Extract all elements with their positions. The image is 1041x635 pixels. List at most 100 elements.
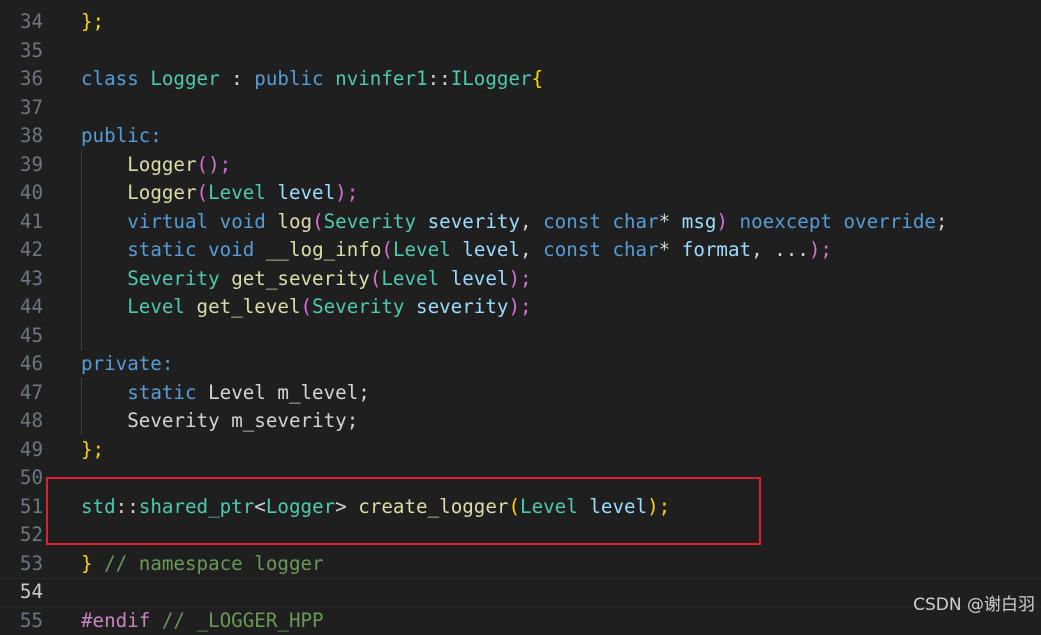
code-token: ); [335, 181, 358, 204]
code-line[interactable]: 34}; [0, 8, 1041, 37]
line-code: }; [81, 8, 104, 37]
code-token: Severity [127, 267, 231, 290]
code-token: // namespace logger [93, 552, 324, 575]
code-token: #endif [81, 609, 162, 632]
code-token: :: [428, 67, 451, 90]
code-token: ); [508, 295, 531, 318]
code-token: : [220, 67, 255, 90]
code-token: Level [208, 181, 277, 204]
code-line[interactable]: 42 static void __log_info(Level level, c… [0, 236, 1041, 265]
code-token: get_severity [231, 267, 370, 290]
line-number: 34 [0, 8, 43, 37]
code-line[interactable]: 37 [0, 94, 1041, 123]
line-code: }; [81, 436, 104, 465]
line-number: 35 [0, 37, 43, 66]
code-token: }; [81, 10, 104, 33]
code-token: }; [81, 438, 104, 461]
code-token [81, 238, 127, 261]
code-token: class [81, 67, 150, 90]
code-token: void [220, 210, 278, 233]
code-token [81, 153, 127, 176]
code-token: Level [393, 238, 462, 261]
code-line[interactable]: 54 [0, 578, 1041, 607]
line-number: 49 [0, 436, 43, 465]
code-token [81, 267, 127, 290]
code-token [81, 295, 127, 318]
line-number: 47 [0, 379, 43, 408]
line-number: 53 [0, 550, 43, 579]
code-line[interactable]: 49}; [0, 436, 1041, 465]
line-number: 42 [0, 236, 43, 265]
code-token: ( [381, 238, 393, 261]
line-code: #endif // _LOGGER_HPP [81, 607, 324, 635]
code-token: virtual [127, 210, 219, 233]
code-token: , [520, 210, 543, 233]
code-token: m_level; [277, 381, 369, 404]
code-token: public: [81, 124, 162, 147]
code-line[interactable]: 35 [0, 37, 1041, 66]
code-line[interactable]: 45 [0, 322, 1041, 351]
code-token: msg [682, 210, 717, 233]
line-code: Logger(Level level); [81, 179, 358, 208]
code-token: * [659, 210, 682, 233]
code-token [81, 181, 127, 204]
code-token: Level [208, 381, 277, 404]
code-line[interactable]: 44 Level get_level(Severity severity); [0, 293, 1041, 322]
code-token: { [532, 67, 544, 90]
code-token: static [127, 238, 208, 261]
code-token: } [81, 552, 93, 575]
code-token: * [659, 238, 682, 261]
line-code: static void __log_info(Level level, cons… [81, 236, 832, 265]
code-token: ); [809, 238, 832, 261]
line-number: 51 [0, 493, 43, 522]
code-token: severity [428, 210, 520, 233]
code-token: public [254, 67, 335, 90]
code-token: Severity [312, 295, 416, 318]
line-number: 37 [0, 94, 43, 123]
code-token: format [682, 238, 751, 261]
code-token: Logger [127, 181, 196, 204]
code-token: ( [197, 181, 209, 204]
code-token: nvinfer1 [335, 67, 427, 90]
code-token: ( [301, 295, 313, 318]
code-token: level [451, 267, 509, 290]
code-token [81, 210, 127, 233]
code-token: ) [716, 210, 728, 233]
line-number: 40 [0, 179, 43, 208]
code-line[interactable]: 53} // namespace logger [0, 550, 1041, 579]
code-token: level [277, 181, 335, 204]
code-token: Severity [324, 210, 428, 233]
code-token: __log_info [266, 238, 382, 261]
code-line[interactable]: 43 Severity get_severity(Level level); [0, 265, 1041, 294]
line-number: 48 [0, 407, 43, 436]
watermark: CSDN @谢白羽 [913, 590, 1035, 615]
line-number: 38 [0, 122, 43, 151]
code-line[interactable]: 39 Logger(); [0, 151, 1041, 180]
line-code: } // namespace logger [81, 550, 324, 579]
code-line[interactable]: 47 static Level m_level; [0, 379, 1041, 408]
code-line[interactable]: 55#endif // _LOGGER_HPP [0, 607, 1041, 635]
code-token: // _LOGGER_HPP [162, 609, 324, 632]
line-number: 50 [0, 464, 43, 493]
code-token: static [127, 381, 208, 404]
code-line[interactable]: 38 public: [0, 122, 1041, 151]
code-token: severity [416, 295, 508, 318]
code-token: ); [508, 267, 531, 290]
code-line[interactable]: 41 virtual void log(Severity severity, c… [0, 208, 1041, 237]
line-number: 54 [0, 579, 43, 606]
code-token: Level [127, 295, 196, 318]
code-line[interactable]: 48 Severity m_severity; [0, 407, 1041, 436]
code-token: void [208, 238, 266, 261]
code-line[interactable]: 40 Logger(Level level); [0, 179, 1041, 208]
line-code: static Level m_level; [81, 379, 370, 408]
line-number: 44 [0, 293, 43, 322]
line-number: 36 [0, 65, 43, 94]
line-number: 52 [0, 521, 43, 550]
line-code: Logger(); [81, 151, 231, 180]
line-code: class Logger : public nvinfer1::ILogger{ [81, 65, 543, 94]
code-line[interactable]: 46private: [0, 350, 1041, 379]
line-code: Severity get_severity(Level level); [81, 265, 532, 294]
line-code: public: [81, 122, 162, 151]
code-token: char [612, 210, 658, 233]
code-line[interactable]: 36 class Logger : public nvinfer1::ILogge… [0, 65, 1041, 94]
